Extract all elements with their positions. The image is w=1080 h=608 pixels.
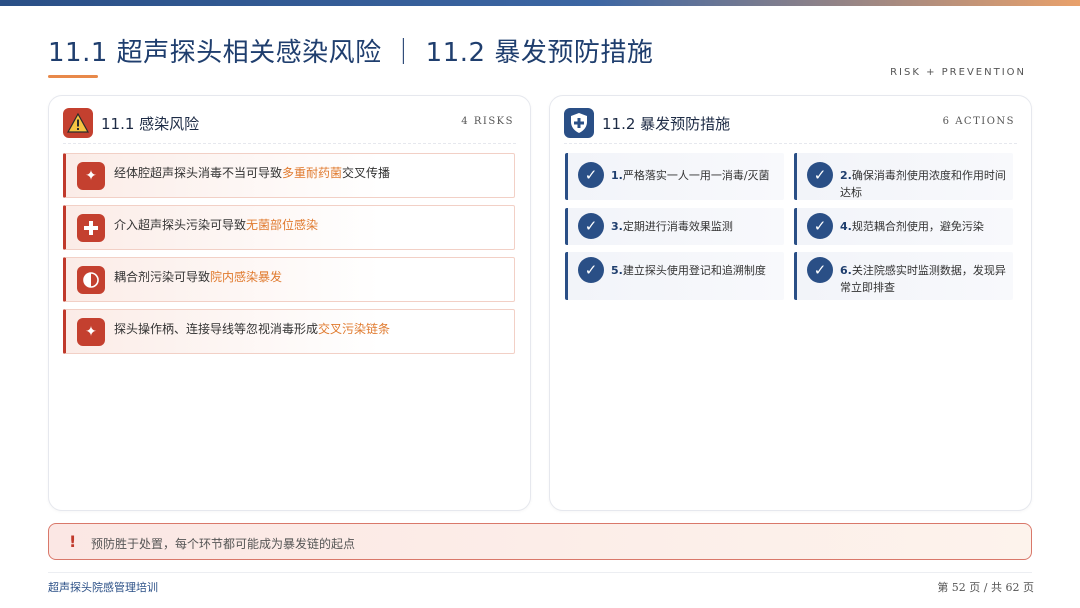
check-icon: ✓ (807, 257, 833, 283)
sparkle-icon: ✦ (77, 162, 105, 190)
risk-text: 耦合剂污染可导致院内感染暴发 (114, 270, 283, 284)
action-item: ✓ 5.建立探头使用登记和追溯制度 (565, 252, 784, 300)
page-number: 第 52 页 / 共 62 页 (937, 581, 1034, 594)
risk-text: 经体腔超声探头消毒不当可导致多重耐药菌交叉传播 (114, 166, 391, 180)
key-message-text: 预防胜于处置，每个环节都可能成为暴发链的起点 (91, 537, 356, 551)
header-divider (564, 143, 1017, 144)
key-message-banner: ! 预防胜于处置，每个环节都可能成为暴发链的起点 (48, 523, 1032, 560)
actions-panel: 11.2 暴发预防措施 6 ACTIONS ✓ 1.严格落实一人一用一消毒/灭菌… (549, 95, 1032, 511)
action-item: ✓ 6.关注院感实时监测数据，发现异常立即排查 (794, 252, 1013, 300)
risks-count: 4 RISKS (461, 116, 514, 127)
action-text: 4.规范耦合剂使用，避免污染 (840, 220, 984, 233)
risk-text: 探头操作柄、连接导线等忽视消毒形成交叉污染链条 (114, 322, 391, 336)
risk-text: 介入超声探头污染可导致无菌部位感染 (114, 218, 319, 232)
risks-panel-title: 11.1 感染风险 (101, 115, 200, 133)
action-text: 3.定期进行消毒效果监测 (611, 220, 733, 233)
action-text: 2.确保消毒剂使用浓度和作用时间达标 (840, 169, 1006, 199)
sparkle-icon: ✦ (77, 318, 105, 346)
course-name: 超声探头院感管理培训 (48, 581, 158, 594)
shield-plus-icon (564, 108, 594, 138)
risk-item: ✦ 探头操作柄、连接导线等忽视消毒形成交叉污染链条 (63, 309, 515, 354)
actions-count: 6 ACTIONS (942, 116, 1015, 127)
check-icon: ✓ (578, 162, 604, 188)
title-underline (48, 75, 98, 78)
header-divider (63, 143, 516, 144)
action-item: ✓ 4.规范耦合剂使用，避免污染 (794, 208, 1013, 245)
action-item: ✓ 3.定期进行消毒效果监测 (565, 208, 784, 245)
exclamation-icon: ! (69, 532, 77, 551)
check-icon: ✓ (807, 162, 833, 188)
risk-item: 耦合剂污染可导致院内感染暴发 (63, 257, 515, 302)
check-icon: ✓ (807, 213, 833, 239)
warning-icon (63, 108, 93, 138)
section-tag: RISK + PREVENTION (890, 67, 1026, 78)
half-circle-icon (77, 266, 105, 294)
risk-item: ✦ 经体腔超声探头消毒不当可导致多重耐药菌交叉传播 (63, 153, 515, 198)
action-item: ✓ 2.确保消毒剂使用浓度和作用时间达标 (794, 153, 1013, 200)
action-text: 1.严格落实一人一用一消毒/灭菌 (611, 169, 770, 182)
actions-panel-title: 11.2 暴发预防措施 (602, 115, 731, 133)
risks-panel-header: 11.1 感染风险 4 RISKS (63, 108, 516, 138)
risks-panel: 11.1 感染风险 4 RISKS ✦ 经体腔超声探头消毒不当可导致多重耐药菌交… (48, 95, 531, 511)
footer-divider (48, 572, 1032, 573)
plus-icon (77, 214, 105, 242)
action-text: 5.建立探头使用登记和追溯制度 (611, 264, 766, 277)
actions-panel-header: 11.2 暴发预防措施 6 ACTIONS (564, 108, 1017, 138)
top-accent-bar (0, 0, 1080, 6)
check-icon: ✓ (578, 213, 604, 239)
check-icon: ✓ (578, 257, 604, 283)
action-item: ✓ 1.严格落实一人一用一消毒/灭菌 (565, 153, 784, 200)
action-text: 6.关注院感实时监测数据，发现异常立即排查 (840, 264, 1006, 294)
risk-item: 介入超声探头污染可导致无菌部位感染 (63, 205, 515, 250)
page-title: 11.1 超声探头相关感染风险 ｜ 11.2 暴发预防措施 (48, 38, 654, 68)
